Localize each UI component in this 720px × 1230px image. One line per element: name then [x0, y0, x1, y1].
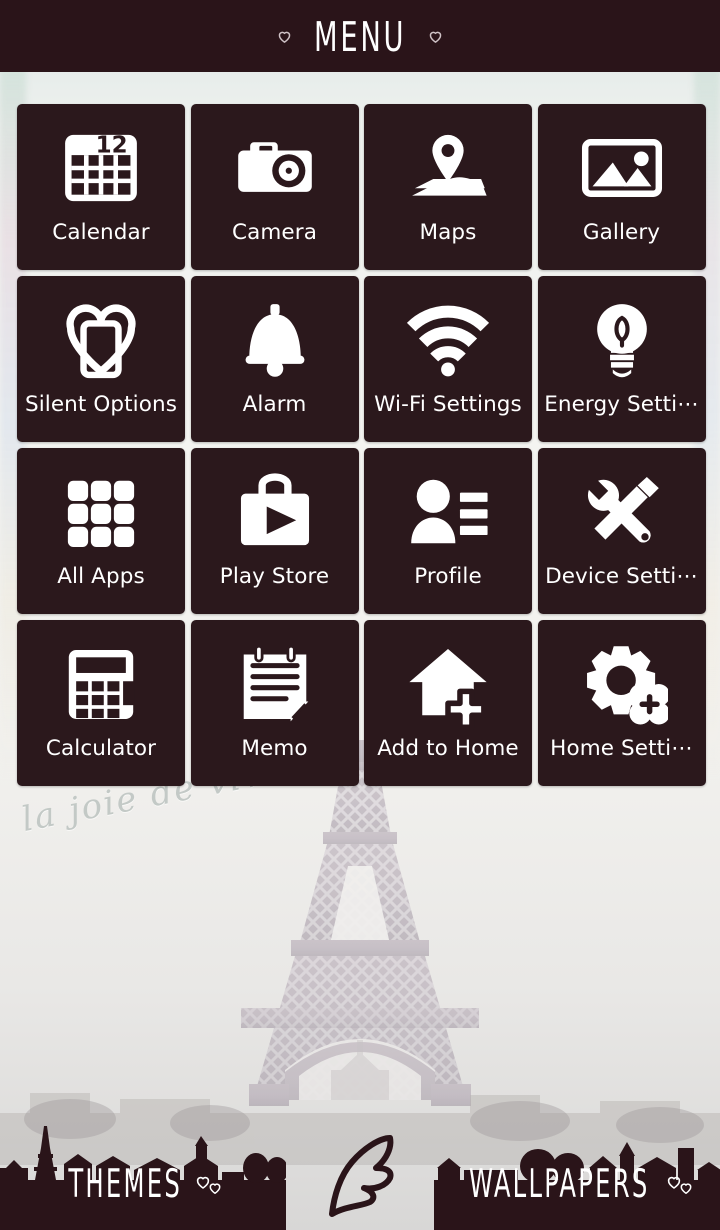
themes-label: THEMES [68, 1161, 183, 1207]
app-label: Profile [414, 564, 482, 589]
app-tile-home-settings[interactable]: Home Setti⋯ [537, 620, 706, 786]
house-plus-icon [400, 636, 496, 732]
app-tile-all-apps[interactable]: All Apps [17, 448, 185, 614]
page-title: MENU [313, 11, 407, 61]
heart-icon [679, 1181, 695, 1197]
app-label: Memo [241, 736, 308, 761]
gallery-icon [574, 120, 670, 216]
gear-plus-icon [574, 636, 670, 732]
app-tile-silent-options[interactable]: Silent Options [17, 276, 185, 442]
app-label: Silent Options [24, 392, 178, 417]
heart-icon [277, 29, 292, 44]
app-tile-device-settings[interactable]: Device Setti⋯ [537, 448, 706, 614]
wifi-icon [400, 292, 496, 388]
wrench-screwdriver-icon [574, 464, 670, 560]
app-label: Alarm [242, 392, 307, 417]
app-tile-alarm[interactable]: Alarm [190, 276, 359, 442]
svg-text:12: 12 [96, 132, 128, 158]
bell-icon [227, 292, 323, 388]
app-label: Camera [232, 220, 317, 245]
app-tile-gallery[interactable]: Gallery [537, 104, 706, 270]
themes-button[interactable]: THEMES [0, 1120, 286, 1230]
app-tile-energy-settings[interactable]: Energy Setti⋯ [537, 276, 706, 442]
silent-phone-heart-icon [53, 292, 149, 388]
app-label: Add to Home [377, 736, 519, 761]
heart-icon [208, 1181, 224, 1197]
app-tile-play-store[interactable]: Play Store [190, 448, 359, 614]
feather-quill-icon[interactable] [318, 1126, 402, 1222]
app-label: Energy Setti⋯ [544, 392, 699, 417]
menu-header-bar: MENU [0, 0, 720, 72]
app-label: Calculator [45, 736, 157, 761]
play-store-bag-icon [227, 464, 323, 560]
calendar-icon: 12 [53, 120, 149, 216]
notepad-icon [227, 636, 323, 732]
app-tile-profile[interactable]: Profile [364, 448, 532, 614]
camera-icon [227, 120, 323, 216]
app-label: Maps [419, 220, 477, 245]
app-label: All Apps [57, 564, 145, 589]
app-label: Gallery [582, 220, 661, 245]
app-tile-camera[interactable]: Camera [190, 104, 359, 270]
app-tile-memo[interactable]: Memo [190, 620, 359, 786]
lightbulb-icon [574, 292, 670, 388]
app-tile-wifi-settings[interactable]: Wi-Fi Settings [364, 276, 532, 442]
app-grid-icon [53, 464, 149, 560]
bottom-bar: THEMES WALLPAPERS [0, 1120, 720, 1230]
app-tile-add-to-home[interactable]: Add to Home [364, 620, 532, 786]
app-label: Home Setti⋯ [550, 736, 693, 761]
wallpapers-button[interactable]: WALLPAPERS [434, 1120, 720, 1230]
app-tile-calendar[interactable]: 12 Calendar [17, 104, 185, 270]
map-pin-icon [400, 120, 496, 216]
profile-person-icon [400, 464, 496, 560]
app-grid: 12 Calendar Camera Maps Gallery Silent O… [17, 104, 706, 786]
calculator-icon [53, 636, 149, 732]
app-label: Device Setti⋯ [545, 564, 698, 589]
app-label: Play Store [219, 564, 330, 589]
heart-icon [428, 29, 443, 44]
app-label: Calendar [52, 220, 150, 245]
app-tile-calculator[interactable]: Calculator [17, 620, 185, 786]
app-tile-maps[interactable]: Maps [364, 104, 532, 270]
themes-hearts [196, 1160, 224, 1195]
wallpapers-label: WALLPAPERS [469, 1161, 650, 1207]
launcher-screen: la joie de vivre MENU 12 Calendar Camera… [0, 0, 720, 1230]
app-label: Wi-Fi Settings [374, 392, 522, 417]
wallpapers-hearts [667, 1160, 695, 1195]
